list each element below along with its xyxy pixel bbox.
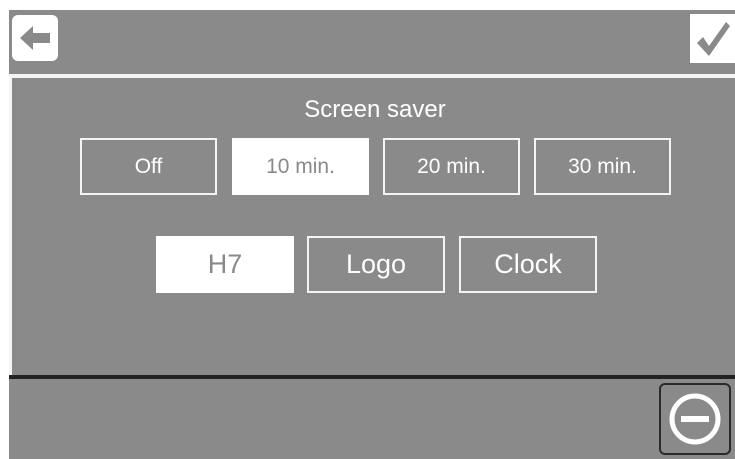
timeout-option-off[interactable]: Off xyxy=(80,138,217,195)
mode-option-label: Clock xyxy=(494,249,562,279)
cancel-button[interactable] xyxy=(659,383,731,455)
mode-option-h7[interactable]: H7 xyxy=(156,236,294,293)
mode-option-clock[interactable]: Clock xyxy=(459,236,597,293)
arrow-left-icon xyxy=(20,26,50,50)
header-bar xyxy=(9,10,735,74)
confirm-button[interactable] xyxy=(690,14,735,63)
screen-saver-panel: Screen saver Off 10 min. 20 min. 30 min.… xyxy=(9,78,735,375)
mode-option-label: H7 xyxy=(207,249,243,279)
minus-circle-icon xyxy=(669,393,721,445)
screen: Screen saver Off 10 min. 20 min. 30 min.… xyxy=(9,10,735,459)
timeout-option-label: Off xyxy=(134,154,163,178)
panel-title: Screen saver xyxy=(304,96,446,123)
timeout-option-label: 30 min. xyxy=(568,154,637,178)
checkmark-icon xyxy=(696,21,730,56)
timeout-option-label: 10 min. xyxy=(266,154,335,178)
timeout-option-20-min[interactable]: 20 min. xyxy=(383,138,520,195)
timeout-option-label: 20 min. xyxy=(417,154,486,178)
timeout-option-10-min[interactable]: 10 min. xyxy=(232,138,369,195)
timeout-option-30-min[interactable]: 30 min. xyxy=(534,138,671,195)
back-button[interactable] xyxy=(12,15,58,61)
mode-option-logo[interactable]: Logo xyxy=(307,236,445,293)
footer-bar xyxy=(9,379,735,459)
mode-option-label: Logo xyxy=(345,249,407,279)
